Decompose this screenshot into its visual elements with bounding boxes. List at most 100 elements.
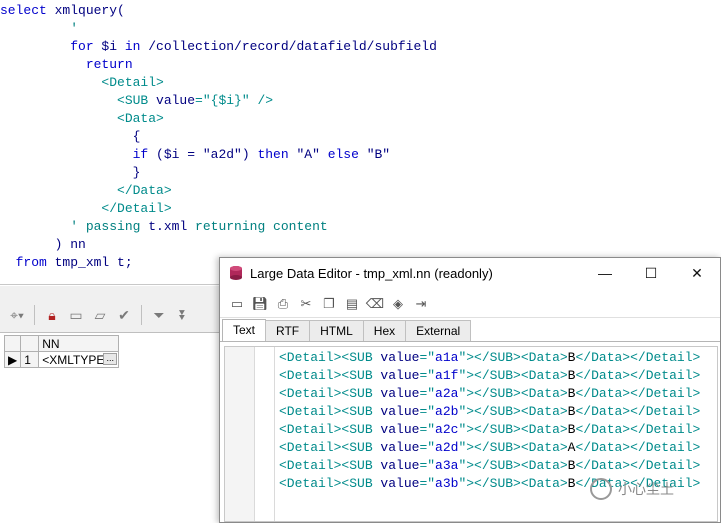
sql-token: then bbox=[257, 147, 297, 162]
xml-token: "></SUB><Data> bbox=[458, 404, 568, 419]
xml-token: </Data></Detail> bbox=[575, 458, 701, 473]
close-button[interactable]: ✕ bbox=[674, 258, 720, 288]
watermark: 小心尘土 bbox=[590, 478, 674, 500]
tab-rtf[interactable]: RTF bbox=[265, 320, 311, 341]
sql-token: ) nn bbox=[0, 237, 86, 252]
xml-view-icon[interactable]: ◈ bbox=[387, 293, 409, 315]
cut-icon[interactable]: ✂ bbox=[295, 293, 317, 315]
tab-hex[interactable]: Hex bbox=[362, 320, 407, 341]
toolbar-separator bbox=[141, 305, 142, 325]
xml-token: <Detail><SUB bbox=[279, 440, 381, 455]
xml-token: value bbox=[380, 422, 420, 437]
sql-token: return bbox=[0, 57, 133, 72]
xml-token: </Data></Detail> bbox=[575, 386, 701, 401]
sql-editor[interactable]: select xmlquery( ' for $i in /collection… bbox=[0, 0, 721, 285]
sql-token: returning content bbox=[195, 219, 328, 234]
sql-line: </Data> bbox=[0, 182, 437, 200]
fetch-all-icon[interactable]: ⏬︎ bbox=[172, 304, 194, 326]
grid-cell-nn[interactable]: <XMLTYPE> ... bbox=[38, 351, 120, 368]
xml-token: value bbox=[380, 386, 420, 401]
cell-ellipsis-button[interactable]: ... bbox=[103, 353, 118, 365]
xml-token: value bbox=[380, 440, 420, 455]
grid-rownum-header bbox=[20, 335, 40, 352]
delete-record-icon[interactable]: ▱ bbox=[89, 304, 111, 326]
maximize-button[interactable]: ☐ bbox=[628, 258, 674, 288]
tab-external[interactable]: External bbox=[405, 320, 472, 341]
xml-token: "></SUB><Data> bbox=[458, 458, 568, 473]
clear-icon[interactable]: ⌫ bbox=[364, 293, 386, 315]
xml-line: <Detail><SUB value="a2c"></SUB><Data>B</… bbox=[279, 421, 700, 439]
sql-token: } bbox=[0, 165, 141, 180]
open-icon[interactable]: ▭ bbox=[226, 293, 248, 315]
sql-token: /collection/record/datafield/subfield bbox=[148, 39, 437, 54]
xml-token: "></SUB><Data> bbox=[458, 440, 568, 455]
xml-line: <Detail><SUB value="a2b"></SUB><Data>B</… bbox=[279, 403, 700, 421]
xml-token: =" bbox=[419, 458, 436, 473]
tab-html[interactable]: HTML bbox=[309, 320, 364, 341]
xml-line: <Detail><SUB value="a1f"></SUB><Data>B</… bbox=[279, 367, 700, 385]
grid-options-icon[interactable]: ⌖▾ bbox=[6, 304, 28, 326]
fetch-next-icon[interactable]: ⏷ bbox=[148, 304, 170, 326]
xml-token: value bbox=[380, 476, 420, 491]
lock-icon[interactable]: 🔒︎ bbox=[41, 304, 63, 326]
watermark-logo-icon bbox=[590, 478, 612, 500]
sql-line: } bbox=[0, 164, 437, 182]
gutter bbox=[225, 347, 255, 521]
title-bar[interactable]: Large Data Editor - tmp_xml.nn (readonly… bbox=[220, 258, 720, 288]
sql-token: ' passing bbox=[0, 219, 149, 234]
watermark-text: 小心尘土 bbox=[618, 481, 674, 497]
xml-token: a3a bbox=[435, 458, 459, 473]
sql-token: xmlquery( bbox=[54, 3, 125, 18]
sql-code: select xmlquery( ' for $i in /collection… bbox=[0, 2, 437, 272]
insert-record-icon[interactable]: ▭ bbox=[65, 304, 87, 326]
sql-token: <Detail> bbox=[0, 75, 164, 90]
xml-token: value bbox=[380, 458, 420, 473]
xml-token: <Detail><SUB bbox=[279, 404, 381, 419]
result-grid: NN ▶ 1 <XMLTYPE> ... bbox=[3, 335, 120, 368]
row-number: 1 bbox=[20, 351, 40, 368]
sql-line: <SUB value="{$i}" /> bbox=[0, 92, 437, 110]
save-icon[interactable]: 💾︎ bbox=[249, 293, 271, 315]
xml-line: <Detail><SUB value="a2d"></SUB><Data>A</… bbox=[279, 439, 700, 457]
xml-token: =" bbox=[419, 476, 436, 491]
xml-token: value bbox=[380, 368, 420, 383]
xml-token: =" bbox=[419, 422, 436, 437]
xml-token: value bbox=[380, 350, 420, 365]
xml-token: <Detail><SUB bbox=[279, 458, 381, 473]
sql-token: for bbox=[0, 39, 102, 54]
xml-token: a2c bbox=[435, 422, 459, 437]
sql-line: <Detail> bbox=[0, 74, 437, 92]
print-icon[interactable]: ⎙ bbox=[272, 293, 294, 315]
xml-token: a1a bbox=[435, 350, 459, 365]
format-icon[interactable]: ⇥ bbox=[410, 293, 432, 315]
xml-token: </Data></Detail> bbox=[575, 368, 701, 383]
sql-line: select xmlquery( bbox=[0, 2, 437, 20]
xml-token: <Detail><SUB bbox=[279, 476, 381, 491]
sql-token: if bbox=[0, 147, 157, 162]
sql-token: { bbox=[0, 129, 141, 144]
row-indicator: ▶ bbox=[3, 351, 22, 368]
gutter-margin bbox=[256, 347, 275, 521]
xml-token: =" bbox=[419, 368, 436, 383]
paste-icon[interactable]: ▤ bbox=[341, 293, 363, 315]
xml-token: </Data></Detail> bbox=[575, 350, 701, 365]
cell-value: <XMLTYPE> bbox=[42, 352, 112, 367]
minimize-button[interactable]: — bbox=[582, 258, 628, 288]
sql-line: <Data> bbox=[0, 110, 437, 128]
sql-token: </Detail> bbox=[0, 201, 172, 216]
copy-icon[interactable]: ❐ bbox=[318, 293, 340, 315]
sql-token: <Data> bbox=[0, 111, 164, 126]
grid-column-header-nn[interactable]: NN bbox=[38, 335, 120, 352]
editor-toolbar: ▭ 💾︎ ⎙ ✂ ❐ ▤ ⌫ ◈ ⇥ bbox=[220, 290, 720, 318]
xml-token: =" bbox=[419, 404, 436, 419]
xml-token: "></SUB><Data> bbox=[458, 386, 568, 401]
tab-text[interactable]: Text bbox=[222, 319, 267, 341]
post-changes-icon[interactable]: ✔ bbox=[113, 304, 135, 326]
window-title: Large Data Editor - tmp_xml.nn (readonly… bbox=[250, 265, 493, 281]
sql-line: </Detail> bbox=[0, 200, 437, 218]
xml-line: <Detail><SUB value="a3a"></SUB><Data>B</… bbox=[279, 457, 700, 475]
xml-token: =" bbox=[419, 350, 436, 365]
xml-line: <Detail><SUB value="a1a"></SUB><Data>B</… bbox=[279, 349, 700, 367]
sql-token: <SUB bbox=[0, 93, 157, 108]
sql-token: select bbox=[0, 3, 55, 18]
